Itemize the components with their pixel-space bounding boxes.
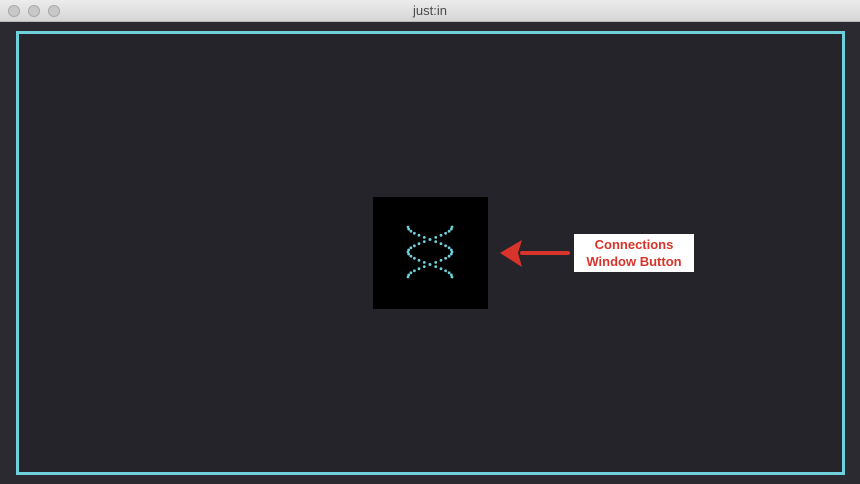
helix-dot [406,275,410,279]
helix-dot [447,229,451,233]
helix-dot [407,252,411,256]
helix-dot [444,231,447,235]
helix-dot [428,263,432,266]
helix-dot [447,271,451,275]
arrow-left-icon [500,240,570,267]
window-title: just:in [413,3,447,18]
helix-dot [428,238,432,241]
helix-dot [417,258,421,262]
helix-dot [413,256,416,260]
callout-line-2: Window Button [586,254,682,269]
helix-dot [417,242,421,246]
helix-dot [409,229,413,233]
helix-dot [450,275,454,279]
helix-dot [444,256,447,260]
helix-dot [409,246,413,250]
helix-dot [422,236,426,239]
helix-dot [434,265,438,268]
helix-dot [447,246,451,250]
helix-dot [434,261,438,264]
helix-dot [434,240,438,243]
title-bar[interactable]: just:in [0,0,860,22]
helix-dot [417,267,421,271]
helix-dot [444,269,447,273]
helix-dot [422,265,426,268]
callout-line-1: Connections [594,237,674,252]
helix-dot [407,227,411,231]
helix-dot [413,269,416,273]
helix-dot [413,244,416,248]
connections-window-button[interactable] [373,197,488,309]
helix-dot [422,261,426,264]
helix-dot [434,236,438,239]
helix-dot [439,267,443,271]
helix-dot [422,240,426,243]
app-window: just:in Connections Window Button [0,0,860,484]
dna-helix-icon [406,225,454,279]
helix-dot [409,254,413,258]
helix-dot [447,254,451,258]
helix-dot [413,231,416,235]
connections-callout: Connections Window Button [574,234,694,272]
helix-dot [449,252,453,256]
helix-dot [449,227,453,231]
helix-dot [444,244,447,248]
helix-dot [439,258,443,262]
helix-dot [439,233,443,237]
helix-dot [417,233,421,237]
helix-dot [409,271,413,275]
helix-dot [439,242,443,246]
